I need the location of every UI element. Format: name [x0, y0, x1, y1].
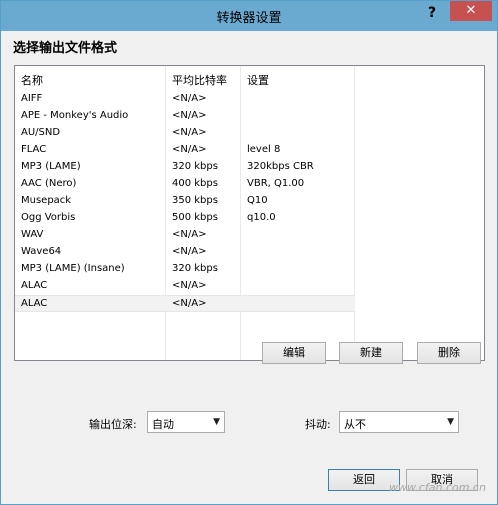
format-bitrate: <N/A>	[172, 298, 207, 309]
help-button[interactable]: ?	[419, 3, 445, 23]
format-row[interactable]: ALAC <N/A>	[15, 278, 355, 295]
output-depth-value: 自动	[152, 418, 174, 431]
format-bitrate: <N/A>	[172, 93, 207, 104]
format-row[interactable]: Ogg Vorbis 500 kbps q10.0	[15, 210, 355, 227]
section-heading: 选择输出文件格式	[13, 41, 118, 56]
format-settings: Q10	[247, 195, 268, 206]
column-header-bitrate[interactable]: 平均比特率	[172, 72, 227, 88]
format-settings: 320kbps CBR	[247, 161, 314, 172]
column-header-settings[interactable]: 设置	[247, 72, 269, 88]
dither-value: 从不	[344, 418, 366, 431]
format-settings: level 8	[247, 144, 281, 155]
format-name: Wave64	[21, 246, 62, 257]
chevron-down-icon: ▼	[213, 417, 220, 427]
dither-select[interactable]: 从不 ▼	[339, 411, 459, 433]
format-row[interactable]: FLAC <N/A> level 8	[15, 142, 355, 159]
column-header-name[interactable]: 名称	[21, 72, 43, 88]
format-bitrate: <N/A>	[172, 144, 207, 155]
format-name: ALAC	[21, 298, 48, 309]
format-bitrate: <N/A>	[172, 280, 207, 291]
format-row[interactable]: AIFF <N/A>	[15, 91, 355, 108]
format-bitrate: 350 kbps	[172, 195, 218, 206]
format-row[interactable]: MP3 (LAME) 320 kbps 320kbps CBR	[15, 159, 355, 176]
format-name: MP3 (LAME) (Insane)	[21, 263, 125, 274]
format-name: MP3 (LAME)	[21, 161, 81, 172]
format-row[interactable]: Musepack 350 kbps Q10	[15, 193, 355, 210]
format-bitrate: <N/A>	[172, 110, 207, 121]
format-row[interactable]: Wave64 <N/A>	[15, 244, 355, 261]
close-button[interactable]: ✕	[450, 1, 492, 21]
format-bitrate: <N/A>	[172, 229, 207, 240]
format-name: ALAC	[21, 280, 48, 291]
delete-button[interactable]: 删除	[417, 342, 481, 364]
format-row[interactable]: APE - Monkey's Audio <N/A>	[15, 108, 355, 125]
edit-button[interactable]: 编辑	[262, 342, 326, 364]
dialog-body: 选择输出文件格式 名称 平均比特率 设置 AIFF <N/A> APE - Mo…	[5, 31, 493, 501]
new-button[interactable]: 新建	[339, 342, 403, 364]
format-row[interactable]: MP3 (LAME) (Insane) 320 kbps	[15, 261, 355, 278]
chevron-down-icon: ▼	[447, 417, 454, 427]
format-list[interactable]: 名称 平均比特率 设置 AIFF <N/A> APE - Monkey's Au…	[14, 65, 485, 361]
format-row[interactable]: AU/SND <N/A>	[15, 125, 355, 142]
format-name: AAC (Nero)	[21, 178, 77, 189]
format-name: AIFF	[21, 93, 43, 104]
format-row[interactable]: AAC (Nero) 400 kbps VBR, Q1.00	[15, 176, 355, 193]
format-row[interactable]: WAV <N/A>	[15, 227, 355, 244]
format-settings: q10.0	[247, 212, 276, 223]
title-bar[interactable]: 转换器设置 ? ✕	[1, 1, 497, 31]
format-bitrate: <N/A>	[172, 246, 207, 257]
format-bitrate: 500 kbps	[172, 212, 218, 223]
format-name: FLAC	[21, 144, 47, 155]
format-bitrate: 320 kbps	[172, 161, 218, 172]
format-bitrate: 400 kbps	[172, 178, 218, 189]
format-name: AU/SND	[21, 127, 61, 138]
format-bitrate: <N/A>	[172, 127, 207, 138]
format-bitrate: 320 kbps	[172, 263, 218, 274]
watermark: www.cfan.com.cn	[389, 481, 486, 494]
output-depth-select[interactable]: 自动 ▼	[147, 411, 225, 433]
dither-label: 抖动:	[305, 418, 331, 431]
format-name: Ogg Vorbis	[21, 212, 76, 223]
output-depth-label: 输出位深:	[89, 418, 137, 431]
format-row-selected[interactable]: ALAC <N/A>	[15, 295, 355, 312]
format-settings: VBR, Q1.00	[247, 178, 305, 189]
format-name: APE - Monkey's Audio	[21, 110, 129, 121]
format-name: WAV	[21, 229, 44, 240]
converter-settings-window: 转换器设置 ? ✕ 选择输出文件格式 名称 平均比特率 设置 AIFF <N/A…	[0, 0, 498, 505]
format-name: Musepack	[21, 195, 72, 206]
